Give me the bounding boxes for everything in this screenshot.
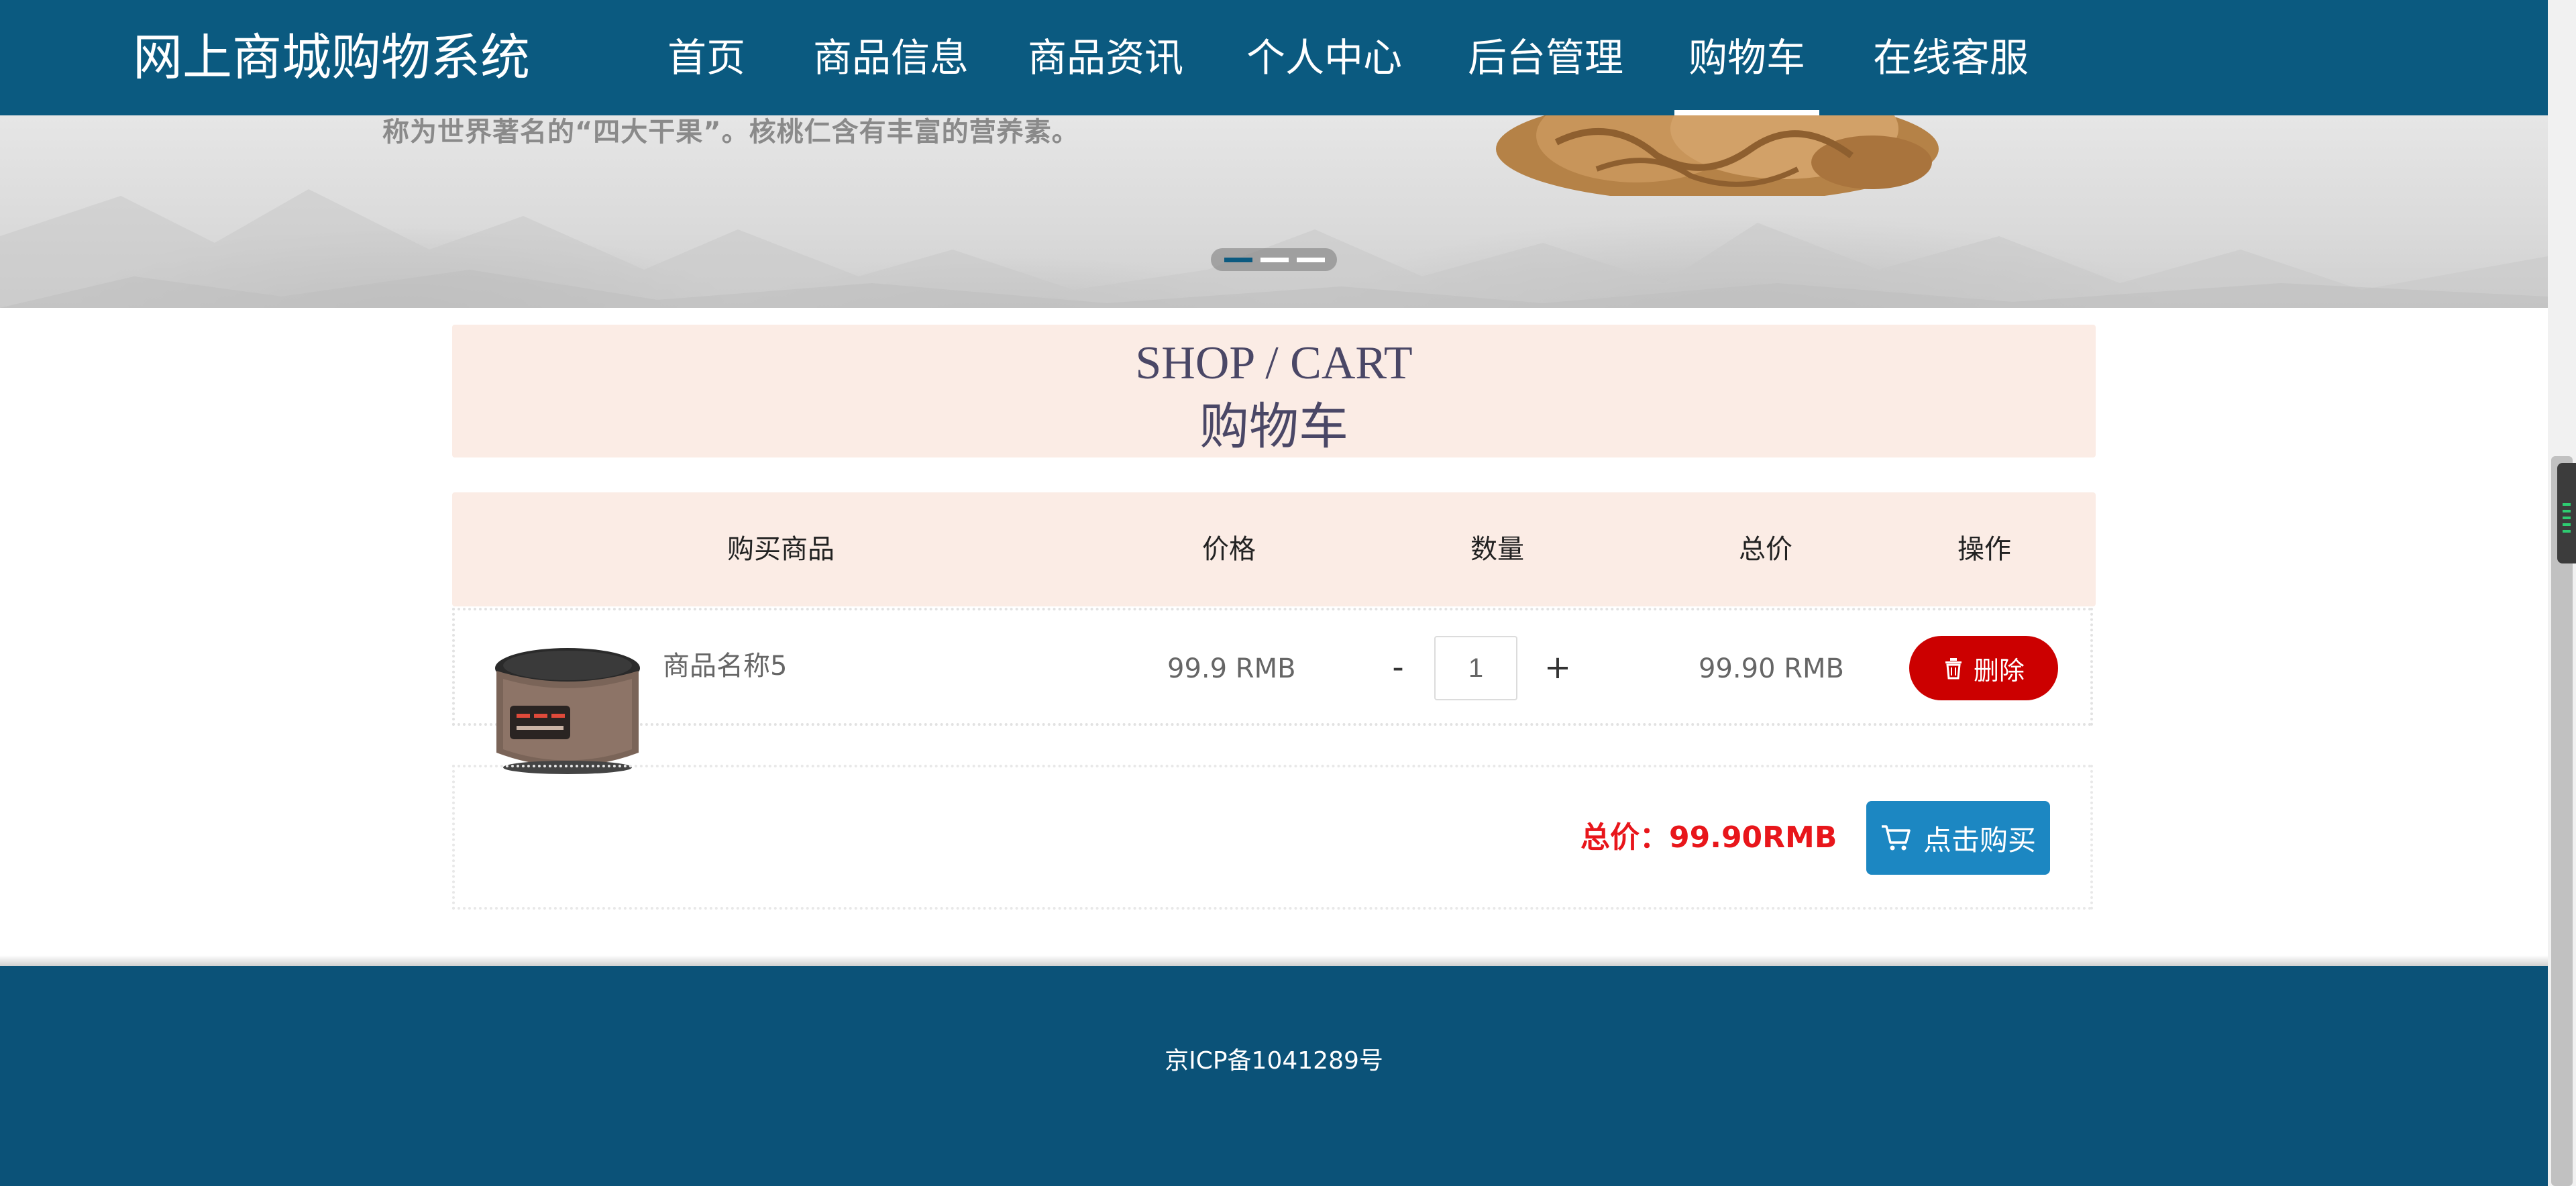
quantity-input[interactable] [1434,636,1517,700]
section-title-zh: 购物车 [1199,400,1348,455]
cart-total: 总价：99.90RMB [1580,820,1837,855]
cart-icon [1881,825,1911,851]
scrollbar-thumb[interactable] [2551,456,2573,1186]
footer-shadow [0,955,2548,966]
delete-button-label: 删除 [1973,655,2025,686]
active-nav-indicator [1674,110,1819,115]
column-header-subtotal: 总价 [1739,534,1792,565]
carousel-dot-3[interactable] [1297,258,1325,262]
quantity-increase-button[interactable]: + [1538,644,1578,691]
nav-item-home[interactable]: 首页 [664,0,749,115]
cart-item-subtotal: 99.90 RMB [1699,653,1844,684]
checkout-button[interactable]: 点击购买 [1866,801,2050,875]
nav-item-personal-center[interactable]: 个人中心 [1246,0,1402,115]
nav-item-label: 商品信息 [813,35,969,80]
page-scrollbar[interactable] [2548,0,2576,1186]
nav-item-product-info[interactable]: 商品信息 [813,0,969,115]
nav-item-cart[interactable]: 购物车 [1674,0,1819,115]
walnut-image [1496,115,1939,196]
nav-item-label: 首页 [667,35,745,80]
trash-icon [1945,658,1962,680]
footer: 京ICP备1041289号 [0,966,2548,1186]
banner-carousel[interactable]: 称为世界著名的“四大干果”。核桃仁含有丰富的营养素。 [0,115,2548,308]
section-title-en: SHOP / CART [1135,337,1413,389]
cart-item-price: 99.9 RMB [1167,653,1296,684]
top-navbar: 网上商城购物系统 首页 商品信息 商品资讯 个人中心 后台管理 购物车 在线客服 [0,0,2548,115]
nav-item-admin[interactable]: 后台管理 [1468,0,1623,115]
nav-item-label: 个人中心 [1246,35,1403,80]
column-header-price: 价格 [1202,534,1256,565]
nav-item-product-news[interactable]: 商品资讯 [1028,0,1183,115]
site-title[interactable]: 网上商城购物系统 [133,25,530,90]
quantity-decrease-button[interactable]: - [1378,644,1418,691]
column-header-product: 购买商品 [727,534,835,565]
rice-cooker-image[interactable] [490,639,645,778]
carousel-dot-1[interactable] [1224,258,1252,262]
cart-item-name[interactable]: 商品名称5 [663,644,787,683]
checkout-button-label: 点击购买 [1923,823,2036,857]
delete-item-button[interactable]: 删除 [1909,636,2058,700]
side-float-widget[interactable] [2557,463,2576,563]
banner-caption: 称为世界著名的“四大干果”。核桃仁含有丰富的营养素。 [382,117,1079,148]
icp-license: 京ICP备1041289号 [1165,1047,1383,1075]
nav-item-customer-service[interactable]: 在线客服 [1873,0,2029,115]
column-header-quantity: 数量 [1470,534,1524,565]
nav-item-label: 购物车 [1688,35,1805,80]
cart-summary [452,765,2093,910]
column-header-action: 操作 [1957,534,2011,565]
cart-section-title: SHOP / CART 购物车 [452,325,2096,457]
nav-item-label: 后台管理 [1468,35,1624,80]
carousel-indicators [1211,248,1337,271]
nav-item-label: 商品资讯 [1028,35,1184,80]
carousel-dot-2[interactable] [1260,258,1289,262]
nav-item-label: 在线客服 [1873,35,2029,80]
cart-table-header: 购买商品 价格 数量 总价 操作 [452,492,2096,606]
